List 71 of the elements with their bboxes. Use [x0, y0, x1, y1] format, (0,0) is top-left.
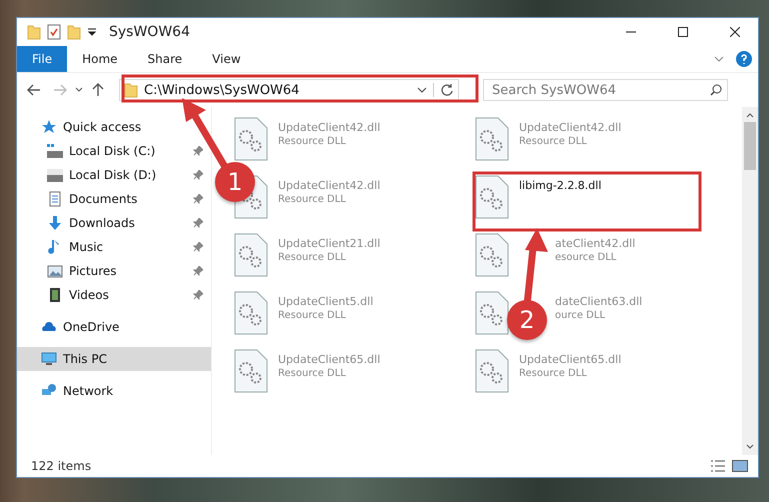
maximize-icon [678, 27, 688, 37]
chevron-up-icon[interactable] [746, 112, 754, 118]
scrollbar[interactable] [742, 107, 758, 455]
gear-file-icon [475, 349, 509, 393]
folder-icon [124, 82, 138, 98]
folder-icon [27, 24, 41, 40]
window-title: SysWOW64 [109, 24, 191, 40]
picture-icon [47, 263, 63, 279]
file-type: Resource DLL [278, 368, 347, 379]
gear-file-icon [234, 291, 268, 335]
properties-icon[interactable] [47, 24, 61, 40]
left-arrow-icon [27, 84, 41, 96]
pin-icon[interactable] [193, 290, 203, 300]
sidebar-item[interactable]: Downloads [17, 211, 211, 235]
file-type: Resource DLL [519, 136, 588, 147]
chevron-down-icon[interactable] [746, 444, 754, 450]
caret-icon[interactable] [87, 28, 97, 36]
caret-icon[interactable] [75, 87, 83, 93]
file-name[interactable]: libimg-2.2.8.dll [519, 179, 602, 192]
pin-icon[interactable] [193, 218, 203, 228]
gear-file-icon [475, 233, 509, 277]
film-icon [47, 287, 63, 303]
sidebar-item[interactable]: Documents [17, 187, 211, 211]
address-path: C:\Windows\SysWOW64 [144, 82, 300, 98]
pin-icon[interactable] [193, 170, 203, 180]
gear-file-icon [234, 349, 268, 393]
pin-icon[interactable] [193, 266, 203, 276]
scrollbar-thumb[interactable] [744, 122, 756, 170]
sidebar-item[interactable]: Network [17, 379, 211, 403]
pin-icon[interactable] [193, 194, 203, 204]
sidebar-item[interactable]: Pictures [17, 259, 211, 283]
gear-file-icon [475, 175, 509, 219]
sidebar-item[interactable]: Local Disk (C:) [17, 139, 211, 163]
monitor-icon [41, 351, 57, 367]
refresh-icon[interactable] [433, 83, 454, 97]
down-arrow-icon [47, 215, 63, 231]
sidebar-item[interactable]: Local Disk (D:) [17, 163, 211, 187]
sidebar-item[interactable]: Videos [17, 283, 211, 307]
search-field[interactable]: Search SysWOW64 [483, 79, 728, 101]
chevron-down-icon[interactable] [417, 87, 427, 93]
help-icon[interactable] [736, 51, 752, 67]
gear-file-icon [234, 117, 268, 161]
file-type: Resource DLL [278, 252, 347, 263]
gear-file-icon [475, 117, 509, 161]
file-type: Resource DLL [278, 136, 347, 147]
details-view-icon[interactable] [710, 460, 726, 472]
thumbnail-view-icon[interactable] [732, 460, 748, 472]
new-folder-icon [67, 24, 81, 40]
sidebar-item[interactable]: Quick access [17, 115, 211, 139]
up-arrow-icon [92, 83, 104, 97]
file-type: Resource DLL [278, 194, 347, 205]
drive-icon [47, 143, 63, 159]
file-type: Resource DLL [278, 310, 347, 321]
gear-file-icon [234, 233, 268, 277]
document-icon [47, 191, 63, 207]
address-bar[interactable]: C:\Windows\SysWOW64 [119, 79, 459, 101]
sidebar-item[interactable]: This PC [17, 347, 211, 371]
file-menu-button[interactable]: File [17, 46, 68, 72]
gear-file-icon [475, 291, 509, 335]
file-type: esource DLL [555, 252, 618, 263]
file-type: ource DLL [555, 310, 606, 321]
star-icon [41, 119, 57, 135]
item-count: 122 items [31, 459, 92, 473]
close-icon [730, 27, 740, 37]
right-arrow-icon [53, 84, 67, 96]
pin-icon[interactable] [193, 242, 203, 252]
drive-icon [47, 167, 63, 183]
sidebar-item[interactable]: Music [17, 235, 211, 259]
sidebar-item[interactable]: OneDrive [17, 315, 211, 339]
file-type: Resource DLL [519, 368, 588, 379]
pin-icon[interactable] [193, 146, 203, 156]
